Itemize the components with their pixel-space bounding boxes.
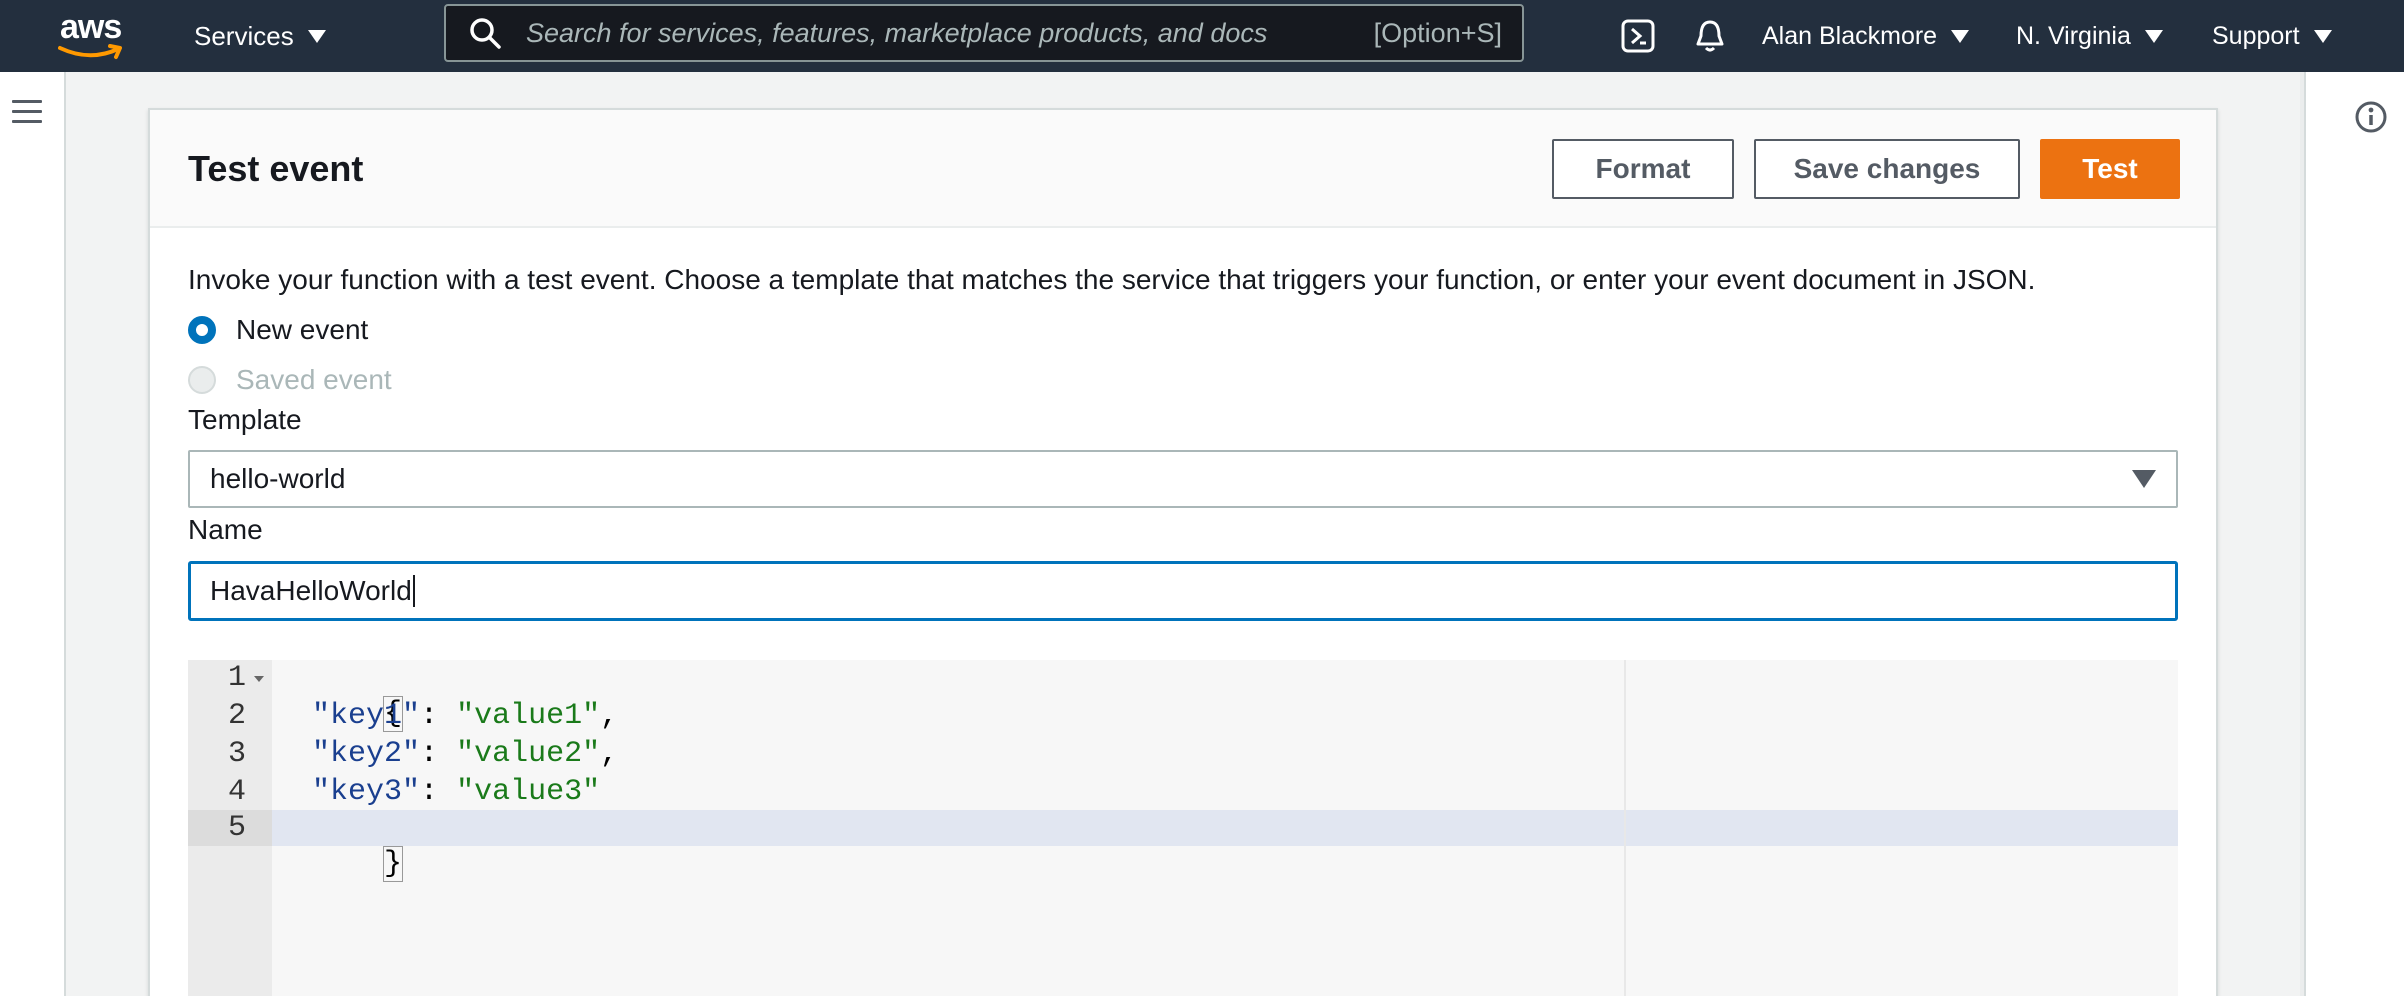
json-key: "key3"	[312, 775, 421, 809]
template-value: hello-world	[210, 463, 346, 494]
saved-event-label: Saved event	[236, 364, 392, 395]
description-text: Invoke your function with a test event. …	[188, 264, 2036, 295]
support-menu[interactable]: Support	[2212, 0, 2332, 72]
code-line: "key1": "value1",	[276, 698, 618, 734]
menu-icon[interactable]	[12, 100, 42, 124]
line-number: 3	[227, 737, 246, 771]
brace-close: }	[383, 846, 404, 882]
json-value: "value1"	[456, 699, 601, 733]
event-name-value: HavaHelloWorld	[210, 575, 412, 606]
smile-icon	[58, 44, 122, 59]
user-label: Alan Blackmore	[1762, 21, 1938, 50]
json-comma: ,	[600, 737, 619, 771]
logo-text: aws	[60, 8, 122, 46]
chevron-down-icon	[307, 29, 326, 43]
line-number: 4	[227, 775, 246, 809]
line-number: 2	[227, 699, 246, 733]
json-sep: :	[420, 737, 457, 771]
chevron-down-icon	[2144, 29, 2163, 43]
format-button[interactable]: Format	[1552, 139, 1734, 199]
code-line: "key2": "value2",	[276, 736, 618, 772]
panel-header: Test event Format Save changes Test	[150, 110, 2216, 228]
json-value: "value2"	[456, 737, 601, 771]
right-tools-rail	[2304, 72, 2404, 996]
json-value: "value3"	[456, 775, 601, 809]
json-sep: :	[420, 699, 457, 733]
json-key: "key2"	[312, 737, 421, 771]
new-event-radio[interactable]: New event	[188, 314, 368, 346]
user-menu[interactable]: Alan Blackmore	[1762, 0, 1970, 72]
template-select[interactable]: hello-world	[188, 450, 2178, 508]
json-code-editor[interactable]: 1 2 3 4 5 { "key1": "value1", "key2": "v…	[188, 660, 2178, 996]
save-changes-button[interactable]: Save changes	[1754, 139, 2020, 199]
info-icon[interactable]	[2354, 100, 2388, 134]
line-number: 1	[227, 661, 246, 695]
test-button[interactable]: Test	[2040, 139, 2180, 199]
name-label: Name	[188, 514, 263, 545]
line-number: 5	[227, 811, 246, 845]
cloudshell-glyph	[1621, 19, 1655, 53]
json-comma: ,	[600, 699, 619, 733]
print-margin	[1624, 660, 1626, 996]
radio-checked-icon[interactable]	[188, 316, 216, 344]
chevron-down-icon	[2313, 29, 2332, 43]
region-menu[interactable]: N. Virginia	[2016, 0, 2163, 72]
code-line: {	[276, 660, 404, 732]
aws-logo-icon[interactable]: aws	[56, 8, 128, 64]
support-label: Support	[2212, 21, 2300, 50]
region-label: N. Virginia	[2016, 21, 2131, 50]
active-line-highlight	[272, 810, 2178, 846]
text-cursor	[412, 575, 415, 607]
json-sep: :	[420, 775, 457, 809]
cloudshell-icon[interactable]	[1616, 14, 1660, 58]
bell-icon[interactable]	[1688, 14, 1732, 58]
search-placeholder: Search for services, features, marketpla…	[526, 17, 1268, 48]
test-event-panel: Test event Format Save changes Test Invo…	[148, 108, 2218, 996]
page-title: Test event	[188, 148, 364, 189]
caret-down-icon	[2132, 470, 2156, 488]
code-line: "key3": "value3"	[276, 774, 600, 810]
fold-toggle-icon[interactable]	[254, 676, 264, 682]
bell-glyph	[1696, 20, 1724, 52]
new-event-label: New event	[236, 314, 369, 345]
top-navigation: aws Services Search for services, featur…	[0, 0, 2404, 72]
services-label: Services	[194, 20, 294, 51]
template-label: Template	[188, 404, 302, 435]
search-input[interactable]: Search for services, features, marketpla…	[444, 4, 1524, 62]
radio-disabled-icon	[188, 366, 216, 394]
saved-event-radio: Saved event	[188, 364, 392, 396]
json-key: "key1"	[312, 699, 421, 733]
left-navigation-rail	[0, 72, 66, 996]
event-name-field[interactable]: HavaHelloWorld	[188, 561, 2178, 621]
code-line: }	[276, 810, 404, 882]
chevron-down-icon	[1951, 29, 1970, 43]
search-shortcut: [Option+S]	[1373, 17, 1502, 48]
services-menu[interactable]: Services	[194, 0, 326, 72]
search-icon	[470, 18, 501, 49]
